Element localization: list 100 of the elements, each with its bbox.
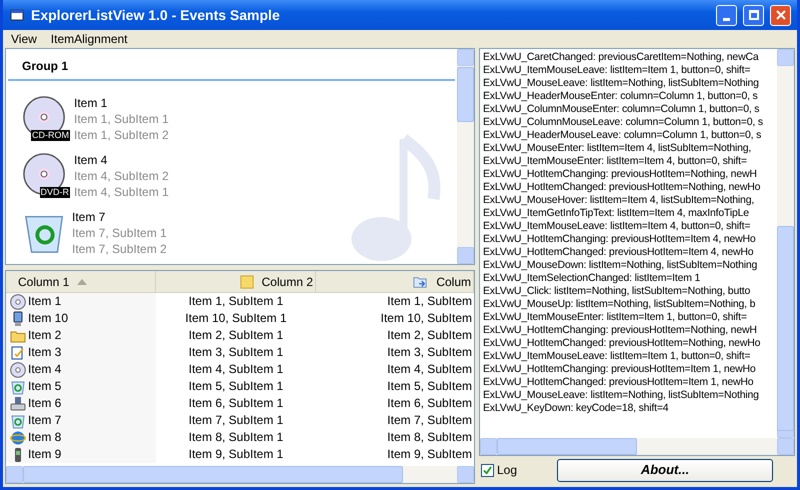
table-cell: Item 8	[28, 429, 62, 446]
item-title: Item 7	[72, 209, 106, 225]
log-checkbox[interactable]: Log	[481, 461, 518, 479]
checkbox[interactable]	[481, 464, 494, 476]
log-line: ExLVwU_MouseEnter: listItem=Item 4, listSubItem=Nothing,	[483, 142, 752, 155]
table-cell: Item 7, SubItem 1	[188, 412, 284, 429]
group-header: Group 1	[8, 57, 455, 81]
sort-arrow-icon	[77, 278, 88, 284]
log-line: ExLVwU_MouseHover: listItem=Item 4, listSubItem=Nothing,	[483, 194, 756, 207]
table-cell: Item 9	[28, 446, 62, 463]
log-line: ExLVwU_ItemGetInfoTipText: listItem=Item 4, maxInfoTipLe	[483, 207, 750, 220]
disc-icon	[10, 294, 26, 310]
recycle-bin-icon	[10, 412, 26, 428]
menu-item[interactable]: ItemAlignment	[50, 30, 128, 48]
table-cell: Item 2	[28, 327, 62, 344]
drive-icon	[10, 396, 26, 412]
close-button[interactable]	[770, 4, 791, 26]
table-cell: Item 7	[28, 412, 62, 429]
log-line: ExLVwU_ItemMouseEnter: listItem=Item 1, button=0, shift=	[483, 311, 748, 324]
log-line: ExLVwU_ItemSelectionChanged: listItem=Item 1	[483, 272, 702, 285]
table-cell: Item 4, SubItem	[387, 361, 472, 378]
column-header[interactable]: Column 1	[6, 271, 156, 292]
log-line: ExLVwU_ItemMouseLeave: listItem=Item 1, button=0, shift=	[483, 350, 752, 363]
folder-icon	[412, 274, 428, 288]
close-icon	[776, 10, 786, 20]
log-line: ExLVwU_MouseLeave: listItem=Nothing, listSubItem=Nothing	[483, 77, 760, 90]
maximize-button[interactable]	[743, 4, 764, 26]
vertical-scrollbar[interactable]	[457, 49, 474, 264]
disc-label: CD-ROM	[31, 130, 70, 141]
log-line: ExLVwU_HotItemChanged: previousHotItem=Item 4, newHo	[483, 246, 754, 259]
log-line: ExLVwU_HeaderMouseEnter: column=Column 1, button=0, s	[483, 90, 759, 103]
table-cell: Item 7, SubItem	[387, 412, 472, 429]
table-cell: Item 9, SubItem	[387, 446, 472, 463]
table-cell: Item 8, SubItem	[387, 429, 472, 446]
log-line: ExLVwU_HotItemChanging: previousHotItem=Nothing, newH	[483, 324, 758, 337]
list-row[interactable]: Item 9 Item 9, SubItem 1 Item 9, SubItem	[6, 446, 474, 463]
log-line: ExLVwU_ItemMouseEnter: listItem=Item 4, button=0, shift=	[483, 155, 748, 168]
recycle-bin-icon	[10, 378, 26, 394]
log-line: ExLVwU_HotItemChanging: previousHotItem=Nothing, newH	[483, 168, 758, 181]
table-cell: Item 2, SubItem 1	[188, 327, 284, 344]
log-line: ExLVwU_MouseUp: listItem=Nothing, listSubItem=Nothing, b	[483, 298, 756, 311]
table-cell: Item 2, SubItem	[387, 327, 472, 344]
table-cell: Item 8, SubItem 1	[188, 429, 284, 446]
table-cell: Item 9, SubItem 1	[188, 446, 284, 463]
log-line: ExLVwU_HotItemChanged: previousHotItem=Nothing, newHo	[483, 181, 762, 194]
disc-label: DVD-R	[40, 187, 70, 198]
disc-icon	[10, 362, 26, 378]
vertical-scrollbar[interactable]	[777, 49, 794, 438]
item-title: Item 1	[74, 95, 108, 111]
list-row[interactable]: Item 7 Item 7, SubItem 1 Item 7, SubItem	[6, 412, 474, 429]
list-row[interactable]: Item 8 Item 8, SubItem 1 Item 8, SubItem	[6, 429, 474, 446]
column-header[interactable]: Colum	[316, 271, 474, 292]
item-detail: Item 7, SubItem 2	[72, 241, 167, 257]
app-icon	[9, 7, 25, 23]
log-line: ExLVwU_HotItemChanged: previousHotItem=Nothing, newHo	[483, 337, 762, 350]
log-line: ExLVwU_KeyDown: keyCode=18, shift=4	[483, 402, 670, 415]
list-row[interactable]: Item 2 Item 2, SubItem 1 Item 2, SubItem	[6, 327, 474, 344]
window-title: ExplorerListView 1.0 - Events Sample	[31, 6, 281, 25]
table-cell: Item 5, SubItem 1	[188, 378, 284, 395]
table-cell: Item 10, SubItem	[380, 310, 472, 327]
table-cell: Item 3, SubItem	[387, 344, 472, 361]
list-item[interactable]: Item 7 Item 7, SubItem 1 Item 7, SubItem 2	[22, 209, 457, 257]
column-header[interactable]: Column 2	[156, 271, 316, 292]
table-cell: Item 3, SubItem 1	[188, 344, 284, 361]
list-item[interactable]: DVD-R Item 4 Item 4, SubItem 2 Item 4, SubItem 1	[22, 152, 457, 200]
log-line: ExLVwU_HotItemChanging: previousHotItem=Item 4, newHo	[483, 233, 757, 246]
log-line: ExLVwU_ColumnMouseEnter: column=Column 1, button=0, s	[483, 103, 760, 116]
log-line: ExLVwU_MouseLeave: listItem=Nothing, listSubItem=Nothing	[483, 389, 760, 402]
list-row[interactable]: Item 1 Item 1, SubItem 1 Item 1, SubItem	[6, 293, 474, 310]
list-row[interactable]: Item 3 Item 3, SubItem 1 Item 3, SubItem	[6, 344, 474, 361]
list-item[interactable]: CD-ROM Item 1 Item 1, SubItem 1 Item 1, SubItem 2	[22, 95, 457, 143]
horizontal-scrollbar[interactable]	[6, 466, 474, 483]
table-cell: Item 5	[28, 378, 62, 395]
list-row[interactable]: Item 5 Item 5, SubItem 1 Item 5, SubItem	[6, 378, 474, 395]
list-row[interactable]: Item 10 Item 10, SubItem 1 Item 10, SubItem	[6, 310, 474, 327]
log-line: ExLVwU_HeaderMouseLeave: column=Column 1, button=0, s	[483, 129, 762, 142]
item-detail: Item 1, SubItem 1	[74, 111, 169, 127]
table-cell: Item 4, SubItem 1	[188, 361, 284, 378]
minimize-button[interactable]	[716, 4, 737, 26]
list-row[interactable]: Item 6 Item 6, SubItem 1 Item 6, SubItem	[6, 395, 474, 412]
table-cell: Item 3	[28, 344, 62, 361]
item-detail: Item 1, SubItem 2	[74, 127, 169, 143]
log-line: ExLVwU_MouseDown: listItem=Nothing, listSubItem=Nothing	[483, 259, 758, 272]
table-cell: Item 4	[28, 361, 62, 378]
about-button[interactable]: About...	[557, 458, 774, 482]
log-box[interactable]	[479, 48, 795, 456]
table-cell: Item 10	[28, 310, 68, 327]
horizontal-scrollbar[interactable]	[480, 438, 794, 455]
item-detail: Item 7, SubItem 1	[72, 225, 167, 241]
menu-item[interactable]: View	[11, 30, 37, 48]
table-cell: Item 1, SubItem 1	[188, 293, 284, 310]
table-cell: Item 6	[28, 395, 62, 412]
table-cell: Item 6, SubItem	[387, 395, 472, 412]
table-cell: Item 1, SubItem	[387, 293, 472, 310]
table-cell: Item 1	[28, 293, 62, 310]
log-line: ExLVwU_HotItemChanging: previousHotItem=Item 1, newHo	[483, 363, 757, 376]
table-cell: Item 5, SubItem	[387, 378, 472, 395]
list-row[interactable]: Item 4 Item 4, SubItem 1 Item 4, SubItem	[6, 361, 474, 378]
table-cell: Item 10, SubItem 1	[185, 310, 287, 327]
item-title: Item 4	[74, 152, 108, 168]
